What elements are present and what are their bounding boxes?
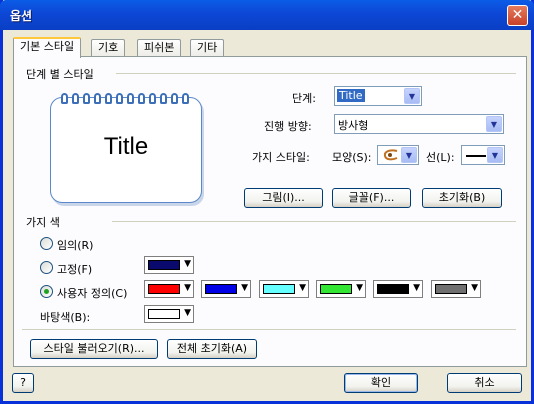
background-color-label: 바탕색(B): — [40, 311, 91, 324]
background-color-picker[interactable]: ▼ — [144, 305, 194, 323]
custom-color-swatch — [148, 284, 180, 294]
line-label: 선(L): — [426, 151, 455, 164]
reset-all-button[interactable]: 전체 초기화(A) — [167, 339, 257, 359]
chevron-down-icon[interactable]: ▼ — [486, 116, 502, 132]
chevron-down-icon: ▼ — [299, 283, 306, 293]
random-color-label[interactable]: 임의(R) — [57, 237, 93, 253]
tab-fishbone[interactable]: 피쉬본 — [137, 39, 182, 57]
chevron-down-icon: ▼ — [413, 283, 420, 293]
ring-icon — [83, 93, 90, 104]
tab-basic-style[interactable]: 기본 스타일 — [13, 37, 82, 58]
custom-color-picker-1[interactable]: ▼ — [144, 280, 194, 298]
title-bar[interactable]: 옵션 ✕ — [0, 0, 534, 30]
branch-color-group-label: 가지 색 — [26, 216, 60, 229]
custom-color-picker-2[interactable]: ▼ — [201, 280, 251, 298]
reset-style-button[interactable]: 초기화(B) — [422, 188, 502, 208]
image-button[interactable]: 그림(I)... — [244, 188, 323, 208]
custom-color-picker-3[interactable]: ▼ — [259, 280, 309, 298]
ring-icon — [160, 93, 167, 104]
custom-color-radio[interactable] — [40, 285, 53, 298]
tab-panel: 단계 별 스타일 Title 단계: Title ▼ 진행 방향: 방사형 ▼ … — [13, 56, 527, 367]
close-icon: ✕ — [511, 7, 524, 23]
group-divider — [22, 329, 516, 330]
chevron-down-icon[interactable]: ▼ — [404, 88, 420, 104]
chevron-down-icon: ▼ — [241, 283, 248, 293]
direction-select[interactable]: 방사형 ▼ — [334, 114, 504, 134]
chevron-down-icon: ▼ — [356, 283, 363, 293]
custom-color-picker-6[interactable]: ▼ — [431, 280, 481, 298]
level-value: Title — [337, 89, 365, 102]
custom-color-picker-4[interactable]: ▼ — [316, 280, 366, 298]
chevron-down-icon: ▼ — [471, 283, 478, 293]
ring-icon — [116, 93, 123, 104]
spiral-rings — [61, 93, 193, 105]
style-preview: Title — [50, 93, 202, 203]
line-sample-icon — [466, 155, 486, 157]
ring-icon — [149, 93, 156, 104]
fixed-color-swatch — [148, 260, 180, 270]
shape-label: 모양(S): — [332, 151, 372, 164]
chevron-down-icon: ▼ — [184, 283, 191, 293]
group-divider — [112, 221, 516, 222]
shape-select[interactable]: ▼ — [377, 145, 419, 165]
level-label: 단계: — [292, 92, 316, 105]
ring-icon — [138, 93, 145, 104]
level-style-group-label: 단계 별 스타일 — [26, 68, 94, 81]
direction-label: 진행 방향: — [264, 120, 312, 133]
ring-icon — [72, 93, 79, 104]
ring-icon — [61, 93, 68, 104]
direction-value: 방사형 — [338, 119, 369, 132]
preview-title-text: Title — [103, 133, 149, 160]
chevron-down-icon: ▼ — [184, 259, 191, 269]
chevron-down-icon[interactable]: ▼ — [401, 147, 417, 163]
fixed-color-label[interactable]: 고정(F) — [57, 261, 92, 277]
options-dialog: 옵션 ✕ 기본 스타일 기호 피쉬본 기타 단계 별 스타일 Title 단계:… — [0, 0, 534, 404]
level-select[interactable]: Title ▼ — [334, 86, 422, 106]
branch-shape-icon — [383, 149, 398, 161]
ring-icon — [105, 93, 112, 104]
chevron-down-icon: ▼ — [184, 308, 191, 318]
fixed-color-radio[interactable] — [40, 261, 53, 274]
random-color-radio[interactable] — [40, 237, 53, 250]
custom-color-swatch — [377, 284, 409, 294]
ring-icon — [182, 93, 189, 104]
tab-other[interactable]: 기타 — [190, 39, 225, 57]
tab-symbol[interactable]: 기호 — [91, 39, 126, 57]
background-color-swatch — [148, 309, 180, 319]
font-button[interactable]: 글꼴(F)... — [332, 188, 411, 208]
cancel-button[interactable]: 취소 — [447, 373, 522, 393]
group-divider — [116, 73, 516, 74]
branch-style-label: 가지 스타일: — [252, 151, 310, 164]
ring-icon — [171, 93, 178, 104]
close-button[interactable]: ✕ — [507, 5, 528, 26]
fixed-color-picker[interactable]: ▼ — [144, 256, 194, 274]
load-style-button[interactable]: 스타일 불러오기(R)... — [30, 339, 158, 359]
custom-color-swatch — [435, 284, 467, 294]
ring-icon — [127, 93, 134, 104]
ok-button[interactable]: 확인 — [344, 373, 418, 393]
help-button[interactable]: ? — [12, 373, 34, 393]
custom-color-picker-5[interactable]: ▼ — [373, 280, 423, 298]
custom-color-swatch — [205, 284, 237, 294]
ring-icon — [94, 93, 101, 104]
line-select[interactable]: ▼ — [461, 145, 505, 165]
custom-color-swatch — [320, 284, 352, 294]
chevron-down-icon[interactable]: ▼ — [487, 147, 503, 163]
custom-color-swatch — [263, 284, 295, 294]
window-title: 옵션 — [10, 9, 33, 23]
custom-color-label[interactable]: 사용자 정의(C) — [57, 285, 127, 301]
